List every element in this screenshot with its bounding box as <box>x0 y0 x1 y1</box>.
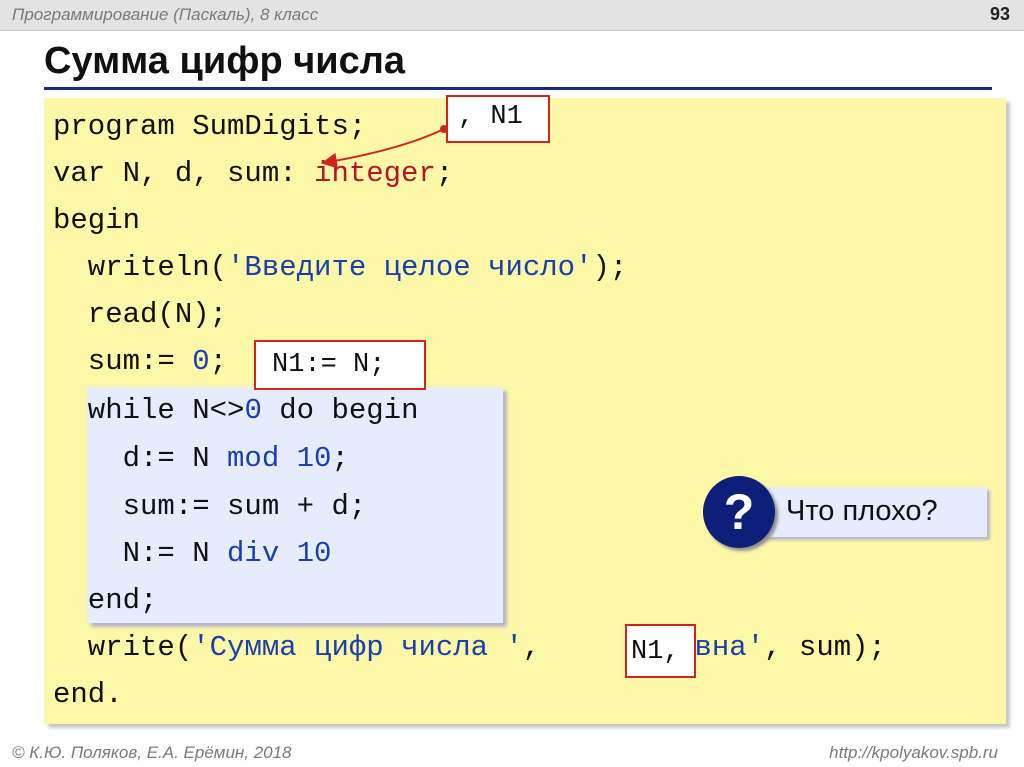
code-text: end. <box>53 678 123 711</box>
string-literal: 'Введите целое число' <box>227 251 593 284</box>
number-literal: 10 <box>296 537 332 570</box>
operator-keyword: div <box>227 537 280 570</box>
code-text: write( <box>53 631 193 664</box>
code-text: read(N); <box>53 298 228 331</box>
code-text: sum:= <box>53 345 193 378</box>
code-text: sum:= sum + d; <box>53 490 367 523</box>
code-line-var: var N, d, sum: integer; <box>53 157 453 191</box>
code-text: ); <box>592 251 628 284</box>
footer-url[interactable]: http://kpolyakov.spb.ru <box>829 743 998 763</box>
code-line-write: write('Сумма цифр числа ','равна', sum); <box>53 631 886 665</box>
code-text: N:= N <box>53 537 228 570</box>
code-text: while N<> <box>53 394 245 427</box>
callout-n1-output: N1, <box>625 624 696 678</box>
title-underline <box>44 87 992 90</box>
number-literal: 0 <box>192 345 210 378</box>
number-literal: 10 <box>296 442 332 475</box>
operator-keyword: mod <box>227 442 280 475</box>
type-keyword: integer <box>314 157 436 190</box>
code-text: ; <box>331 442 349 475</box>
code-line-program: program SumDigits; <box>53 110 366 144</box>
page-number: 93 <box>989 4 1010 24</box>
header-bar: Программирование (Паскаль), 8 класс 93 <box>0 0 1024 31</box>
code-line-while: while N<>0 do begin <box>53 394 419 428</box>
code-line-end: end. <box>53 678 123 712</box>
code-text: var N, d, sum: <box>53 157 315 190</box>
code-text: ; <box>435 157 454 190</box>
code-line-sum-add: sum:= sum + d; <box>53 490 367 524</box>
code-line-div: N:= N div 10 <box>53 537 332 571</box>
callout-n1-assignment: N1:= N; <box>254 340 426 390</box>
code-text: ; <box>209 345 228 378</box>
code-line-begin: begin <box>53 204 140 238</box>
question-text: Что плохо? <box>786 495 938 527</box>
question-mark-icon: ? <box>703 476 775 548</box>
code-text: d:= N <box>53 442 228 475</box>
code-line-end-loop: end; <box>53 584 158 618</box>
code-text: do begin <box>261 394 419 427</box>
code-line-read: read(N); <box>53 298 227 332</box>
code-text: writeln( <box>53 251 228 284</box>
course-title: Программирование (Паскаль), 8 класс <box>12 5 319 24</box>
string-literal: 'Сумма цифр числа ' <box>192 631 523 664</box>
code-text: program SumDigits; <box>53 110 367 143</box>
number-literal: 0 <box>244 394 262 427</box>
code-text: , sum); <box>764 631 886 664</box>
code-line-writeln: writeln('Введите целое число'); <box>53 251 628 285</box>
code-text: end; <box>53 584 158 617</box>
callout-n1-declaration: , N1 <box>446 95 550 143</box>
footer-authors: © К.Ю. Поляков, Е.А. Ерёмин, 2018 <box>12 743 292 762</box>
code-text: begin <box>53 204 141 237</box>
code-text: , <box>522 631 541 664</box>
slide-title: Сумма цифр числа <box>44 40 406 82</box>
code-line-mod: d:= N mod 10; <box>53 442 349 476</box>
code-line-sum-init: sum:= 0; <box>53 345 227 379</box>
